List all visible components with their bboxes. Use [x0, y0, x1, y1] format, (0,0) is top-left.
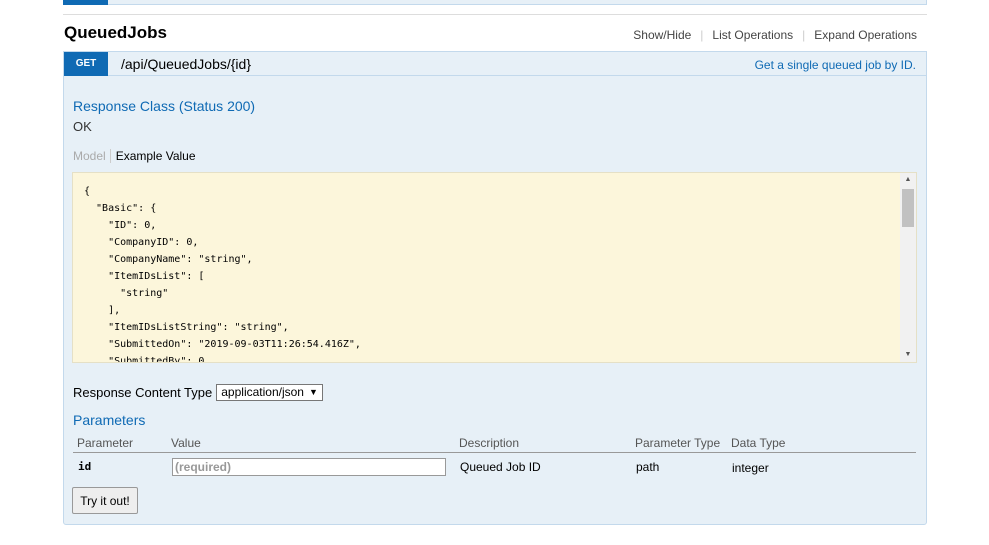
- response-class-title: Response Class (Status 200): [73, 98, 256, 114]
- parameter-description: Queued Job ID: [460, 460, 541, 474]
- parameters-table: Parameter Value Description Parameter Ty…: [73, 434, 916, 483]
- scroll-thumb[interactable]: [902, 189, 914, 227]
- parameters-title: Parameters: [73, 412, 146, 428]
- header-description: Description: [459, 436, 520, 450]
- resource-links: Show/Hide | List Operations | Expand Ope…: [633, 28, 917, 42]
- table-row: id (required) Queued Job ID path integer: [73, 453, 916, 483]
- http-method-badge[interactable]: GET: [64, 52, 108, 76]
- id-input[interactable]: (required): [172, 458, 446, 476]
- header-data-type: Data Type: [731, 436, 786, 450]
- model-tabs: Model Example Value: [73, 149, 196, 163]
- parameter-type: path: [636, 460, 660, 474]
- operation-path[interactable]: /api/QueuedJobs/{id}: [121, 56, 251, 72]
- link-separator: |: [700, 28, 704, 42]
- response-content-type-label: Response Content Type: [73, 385, 213, 400]
- resource-divider: [63, 14, 927, 15]
- response-content-type: Response Content Type application/json ▼: [73, 384, 323, 401]
- previous-operation-bar: [63, 0, 927, 5]
- chevron-down-icon: ▼: [308, 387, 318, 397]
- triangle-up-icon[interactable]: ▲: [900, 173, 916, 187]
- select-value: application/json: [221, 385, 304, 399]
- try-it-out-button[interactable]: Try it out!: [72, 487, 138, 514]
- tab-example-value[interactable]: Example Value: [111, 149, 196, 163]
- tab-model[interactable]: Model: [73, 149, 111, 163]
- header-parameter-type: Parameter Type: [635, 436, 721, 450]
- parameter-data-type: integer: [732, 461, 769, 475]
- header-parameter: Parameter: [77, 436, 134, 450]
- example-value-snippet[interactable]: { "Basic": { "ID": 0, "CompanyID": 0, "C…: [72, 172, 917, 363]
- header-value: Value: [171, 436, 201, 450]
- expand-operations-link[interactable]: Expand Operations: [814, 28, 917, 42]
- response-content-type-select[interactable]: application/json ▼: [216, 384, 323, 401]
- show-hide-link[interactable]: Show/Hide: [633, 28, 691, 42]
- triangle-down-icon[interactable]: ▼: [900, 348, 916, 362]
- snippet-scrollbar[interactable]: ▲ ▼: [900, 173, 916, 362]
- operation-panel: GET /api/QueuedJobs/{id} Get a single qu…: [63, 51, 927, 525]
- operation-heading[interactable]: GET /api/QueuedJobs/{id} Get a single qu…: [64, 52, 926, 76]
- resource-title[interactable]: QueuedJobs: [64, 23, 167, 43]
- operation-summary[interactable]: Get a single queued job by ID.: [755, 58, 916, 72]
- parameter-name: id: [78, 460, 92, 473]
- example-json: { "Basic": { "ID": 0, "CompanyID": 0, "C…: [84, 186, 361, 363]
- response-class-value: OK: [73, 119, 92, 134]
- parameters-header-row: Parameter Value Description Parameter Ty…: [73, 434, 916, 453]
- list-operations-link[interactable]: List Operations: [712, 28, 793, 42]
- previous-operation-method[interactable]: [63, 0, 108, 5]
- link-separator: |: [802, 28, 806, 42]
